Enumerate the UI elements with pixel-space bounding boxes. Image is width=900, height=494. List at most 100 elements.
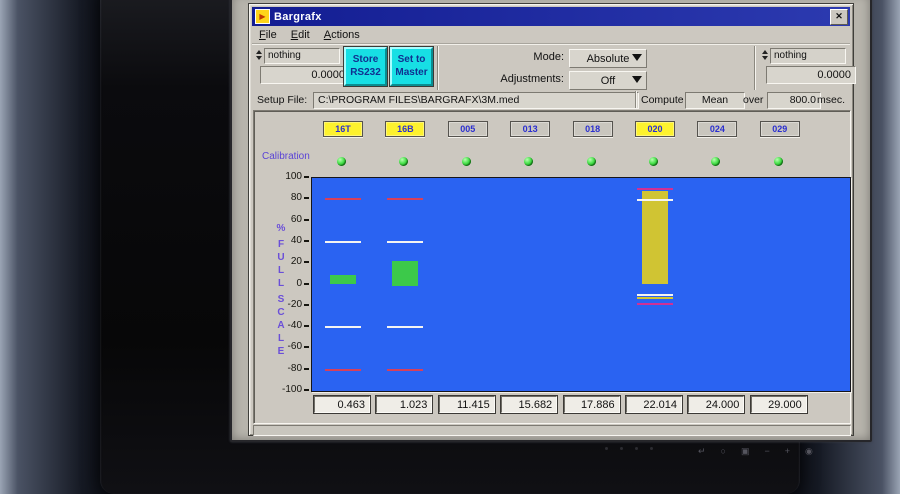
channel-label-024[interactable]: 024 [697,121,738,137]
interval-unit-label: msec. [817,94,846,106]
divider [635,91,637,108]
channel-label-020[interactable]: 020 [635,121,675,137]
channel-led-020 [649,157,658,166]
y-tick-mark [304,367,309,370]
menu-item-file[interactable]: File [252,28,284,42]
020-line-mark [637,294,673,297]
channel-label-029[interactable]: 029 [759,121,800,137]
y-tick-mark [304,261,309,264]
channel-reading-16B: 1.023 [376,396,433,413]
channel-led-16T [337,157,346,166]
y-tick-mark [304,239,309,242]
y-tick-mark [304,303,309,306]
right-value-display: 0.0000 [766,66,856,84]
16T-line-mark [325,326,361,329]
compute-label: Compute [641,94,684,106]
axis-unit-percent: % [276,223,286,234]
axis-word-char: L [277,278,285,289]
stage: ↵ ○ ▣ − + ◉ ▶ Bargrafx ✕ File Edit Actions noth… [0,0,900,494]
020-line-mark [637,302,673,305]
setup-file-label: Setup File: [257,94,308,106]
window-titlebar: ▶ Bargrafx ✕ [252,7,850,26]
window-title: Bargrafx [274,10,322,23]
y-tick-mark [304,197,309,200]
mode-dropdown[interactable]: Absolute [569,49,647,68]
channel-label-018[interactable]: 018 [572,121,613,137]
left-selector-field[interactable]: nothing [264,48,340,64]
channel-label-013[interactable]: 013 [510,121,551,137]
y-tick-mark [304,218,309,221]
axis-word-char: E [277,346,285,357]
store-rs232-button[interactable]: Store RS232 [344,47,387,86]
menu-item-edit[interactable]: Edit [284,28,317,42]
auto-icon[interactable]: ○ [721,446,726,456]
16T-bar-mark [330,274,356,285]
adjustments-label: Adjustments: [500,73,564,85]
bezel-vent-dots [605,447,653,450]
16T-line-mark [325,368,361,371]
channel-reading-013: 15.682 [501,396,558,413]
16B-line-mark [387,326,424,329]
020-line-mark [637,297,673,300]
mode-label: Mode: [533,51,564,63]
chevron-down-icon [632,54,642,61]
menu-icon[interactable]: ▣ [741,446,750,456]
channel-label-16B[interactable]: 16B [385,121,426,137]
16B-line-mark [387,240,424,243]
y-tick-mark [304,346,309,349]
axis-word-char: F [277,239,285,250]
chevron-down-icon [632,76,642,83]
menu-bar: File Edit Actions [252,26,850,44]
adjustments-value: Off [600,74,616,87]
power-icon[interactable]: ◉ [805,446,813,456]
020-line-mark [637,199,673,202]
channel-label-005[interactable]: 005 [447,121,488,137]
axis-word-char: U [277,252,285,263]
return-icon[interactable]: ↵ [698,446,706,456]
axis-word-char: L [277,333,285,344]
axis-word-char: S [277,294,285,305]
status-bar [253,425,851,436]
close-button[interactable]: ✕ [830,8,848,25]
set-to-master-button[interactable]: Set to Master [390,47,433,86]
interval-field[interactable]: 800.0 [767,92,821,109]
right-selector-field[interactable]: nothing [770,48,846,64]
monitor-screen: ▶ Bargrafx ✕ File Edit Actions nothing 0.0… [230,0,872,442]
compute-method-field[interactable]: Mean [685,92,745,109]
channel-reading-024: 24.000 [688,396,745,413]
16T-line-mark [325,240,361,243]
channel-label-16T[interactable]: 16T [323,121,363,137]
y-tick-mark [304,282,309,285]
channel-reading-029: 29.000 [750,396,807,413]
monitor-osd-buttons: ↵ ○ ▣ − + ◉ [698,443,858,459]
channel-reading-018: 17.886 [563,396,620,413]
channel-led-005 [461,157,471,166]
16B-line-mark [387,368,424,371]
16B-bar-mark [392,261,419,286]
adjustments-dropdown[interactable]: Off [569,71,647,90]
channel-reading-16T: 0.463 [314,396,370,413]
mode-value: Absolute [586,52,630,65]
16B-line-mark [387,198,424,201]
channel-reading-020: 22.014 [626,396,682,413]
right-selector-spinner[interactable] [760,48,769,62]
bargrafx-window: ▶ Bargrafx ✕ File Edit Actions nothing 0.0… [248,3,856,436]
bar-graph [311,177,851,392]
left-value-display: 0.0000 [260,66,350,84]
16T-line-mark [325,198,361,201]
channel-reading-005: 11.415 [438,396,495,413]
menu-item-actions[interactable]: Actions [317,28,367,42]
setup-file-path[interactable]: C:\PROGRAM FILES\BARGRAFX\3M.med [313,92,639,109]
channel-led-16B [399,157,409,166]
plus-button[interactable]: + [785,446,790,456]
app-icon: ▶ [255,9,270,24]
minus-button[interactable]: − [765,446,770,456]
left-selector-spinner[interactable] [254,48,263,62]
divider [754,46,756,90]
channel-led-024 [711,157,721,166]
calibration-label: Calibration [262,151,310,162]
axis-word-char: C [277,307,285,318]
y-tick--100: -100 [281,384,302,395]
channel-led-013 [524,157,534,166]
graph-panel: Calibration 16T 0.463 16B 1.023 005 11.415 013… [253,110,851,424]
